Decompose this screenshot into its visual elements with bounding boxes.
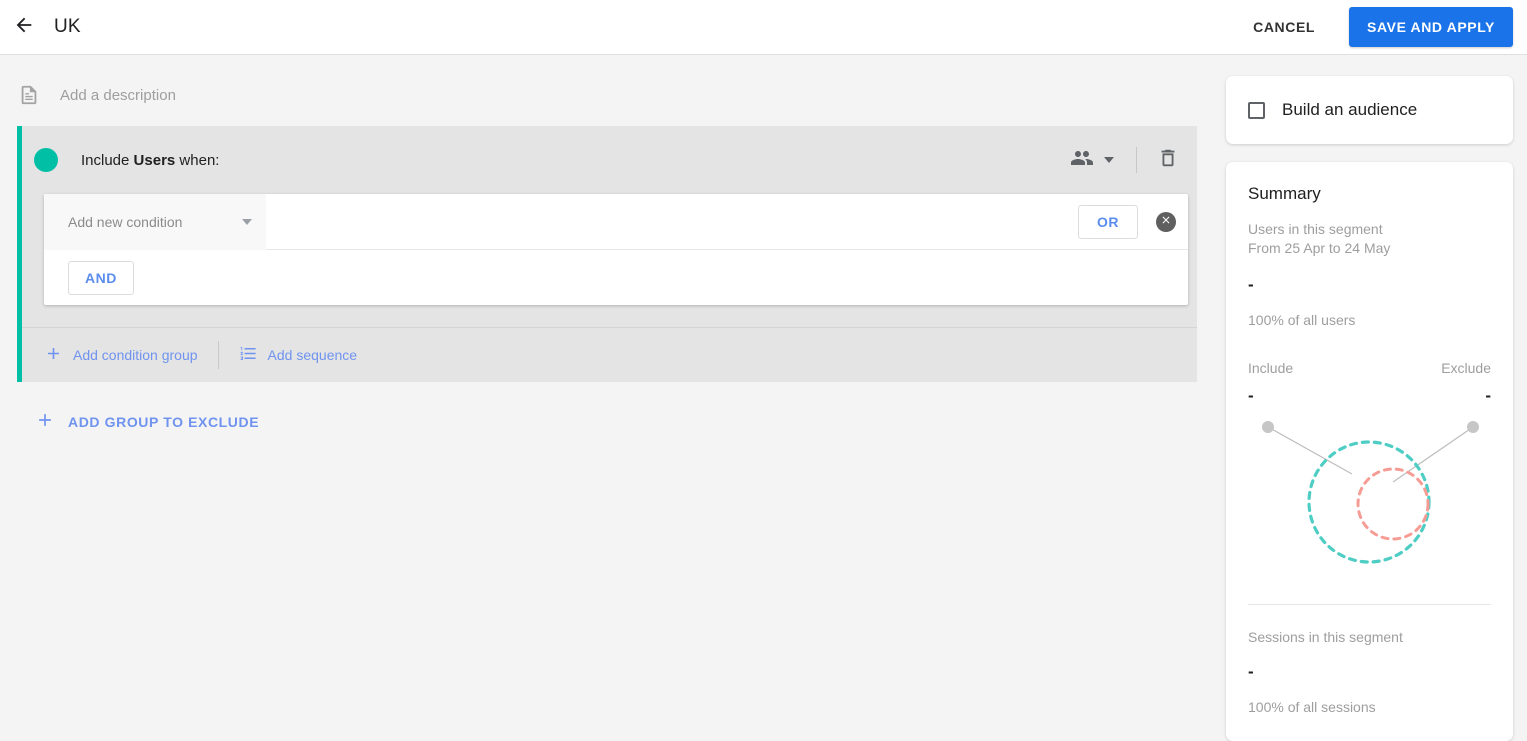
include-prefix: Include bbox=[81, 151, 130, 169]
add-group-to-exclude-label: ADD GROUP TO EXCLUDE bbox=[68, 413, 260, 430]
exclude-label: Exclude bbox=[1441, 360, 1491, 376]
and-row: AND bbox=[44, 250, 1188, 305]
right-panel: Build an audience Summary Users in this … bbox=[1226, 76, 1513, 741]
add-condition-group-button[interactable]: Add condition group bbox=[44, 344, 198, 366]
include-exclude-values: - - bbox=[1248, 386, 1491, 406]
condition-row: Add new condition OR bbox=[44, 193, 1188, 250]
checkbox-unchecked-icon[interactable] bbox=[1248, 101, 1265, 119]
people-icon bbox=[1070, 146, 1094, 175]
arrow-left-icon bbox=[13, 14, 35, 41]
numbered-list-icon bbox=[239, 344, 258, 366]
segment-venn-diagram bbox=[1248, 412, 1491, 582]
include-scope-word: Users bbox=[133, 151, 176, 169]
plus-icon bbox=[44, 344, 63, 366]
document-icon bbox=[18, 84, 40, 106]
segment-builder-main: Add a description Include Users when: Ad… bbox=[0, 56, 1210, 707]
save-and-apply-button[interactable]: SAVE AND APPLY bbox=[1349, 7, 1513, 47]
description-row[interactable]: Add a description bbox=[0, 56, 1210, 112]
segment-title: UK bbox=[54, 16, 81, 37]
add-new-condition-select[interactable]: Add new condition bbox=[44, 193, 266, 250]
scope-selector-button[interactable] bbox=[1064, 140, 1120, 181]
delete-group-button[interactable] bbox=[1153, 143, 1183, 178]
cancel-button[interactable]: CANCEL bbox=[1237, 9, 1331, 45]
add-sequence-label: Add sequence bbox=[267, 347, 358, 363]
build-audience-card[interactable]: Build an audience bbox=[1226, 76, 1513, 144]
include-group-header: Include Users when: bbox=[22, 126, 1197, 194]
chevron-down-icon bbox=[1104, 157, 1114, 163]
top-bar-actions: CANCEL SAVE AND APPLY bbox=[1237, 7, 1527, 47]
tools-divider bbox=[1136, 147, 1137, 173]
group-color-dot bbox=[34, 148, 58, 172]
include-label: Include bbox=[1248, 360, 1294, 376]
summary-sessions-value: - bbox=[1248, 662, 1254, 681]
summary-divider bbox=[1248, 604, 1491, 605]
build-audience-label: Build an audience bbox=[1282, 100, 1418, 119]
summary-users-subtitle: Users in this segment From 25 Apr to 24 … bbox=[1248, 220, 1491, 258]
trash-icon bbox=[1157, 147, 1179, 174]
plus-icon bbox=[35, 410, 55, 433]
include-condition-group: Include Users when: Add new condition OR… bbox=[17, 126, 1197, 382]
top-app-bar: UK CANCEL SAVE AND APPLY bbox=[0, 0, 1527, 55]
or-button[interactable]: OR bbox=[1078, 204, 1138, 239]
exclude-value: - bbox=[1485, 386, 1491, 405]
and-button[interactable]: AND bbox=[68, 260, 134, 295]
summary-users-percent: 100% of all users bbox=[1248, 312, 1356, 328]
add-sequence-button[interactable]: Add sequence bbox=[239, 344, 358, 366]
summary-date-range: From 25 Apr to 24 May bbox=[1248, 240, 1391, 256]
condition-row-actions: OR bbox=[1078, 204, 1188, 239]
back-button[interactable] bbox=[12, 15, 36, 39]
condition-card: Add new condition OR AND bbox=[44, 193, 1188, 305]
include-group-label: Include Users when: bbox=[81, 152, 219, 169]
users-in-segment-label: Users in this segment bbox=[1248, 221, 1383, 237]
include-group-tools bbox=[1064, 140, 1183, 181]
summary-title: Summary bbox=[1248, 184, 1321, 203]
summary-sessions-percent: 100% of all sessions bbox=[1248, 699, 1376, 715]
include-value: - bbox=[1248, 386, 1254, 405]
add-condition-group-label: Add condition group bbox=[73, 347, 198, 363]
close-circle-icon bbox=[1160, 213, 1172, 231]
include-suffix: when: bbox=[179, 151, 220, 169]
summary-users-value: - bbox=[1248, 275, 1254, 294]
description-placeholder[interactable]: Add a description bbox=[60, 87, 176, 104]
include-exclude-headers: Include Exclude bbox=[1248, 360, 1491, 376]
chevron-down-icon bbox=[242, 218, 252, 225]
footer-divider bbox=[217, 341, 219, 369]
remove-condition-button[interactable] bbox=[1156, 211, 1176, 232]
add-new-condition-value: Add new condition bbox=[68, 213, 183, 230]
summary-card: Summary Users in this segment From 25 Ap… bbox=[1226, 162, 1513, 741]
add-group-to-exclude-button[interactable]: ADD GROUP TO EXCLUDE bbox=[35, 410, 285, 433]
include-group-footer: Add condition group Add sequence bbox=[22, 327, 1197, 382]
sessions-in-segment-label: Sessions in this segment bbox=[1248, 629, 1403, 645]
